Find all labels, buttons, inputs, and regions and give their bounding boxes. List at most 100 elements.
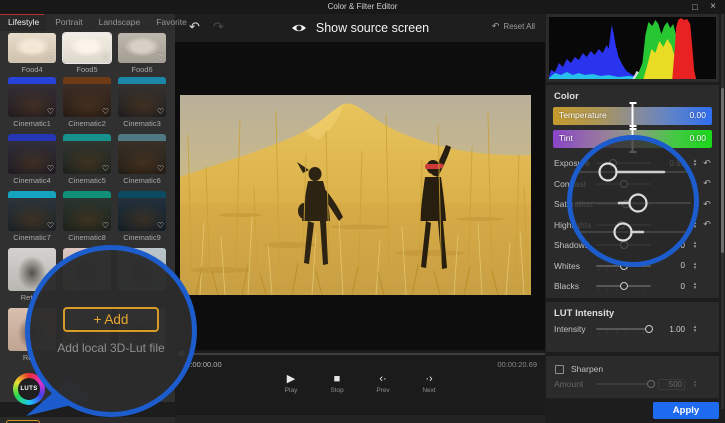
- heart-icon[interactable]: ♡: [157, 165, 164, 173]
- thumbnail-color-bar: [63, 77, 111, 84]
- preset-item-cinematic2[interactable]: ♡Cinematic2: [63, 77, 111, 128]
- tab-landscape[interactable]: Landscape: [91, 14, 149, 31]
- preset-thumbnail[interactable]: ♡: [63, 77, 111, 117]
- preset-thumbnail[interactable]: ♡: [8, 191, 56, 231]
- blacks-stepper[interactable]: ▲▼: [690, 282, 700, 290]
- preset-thumbnail[interactable]: ♡: [8, 33, 56, 63]
- preset-thumbnail[interactable]: ♡: [118, 33, 166, 63]
- panel-scrollbar-thumb[interactable]: [721, 88, 724, 253]
- preset-label: Cinematic6: [118, 176, 166, 185]
- thumbnail-color-bar: [118, 191, 166, 198]
- show-source-toggle[interactable]: Show source screen: [175, 14, 545, 42]
- tab-portrait[interactable]: Portrait: [47, 14, 90, 31]
- preset-item-cinematic8[interactable]: ♡Cinematic8: [63, 191, 111, 242]
- amount-label: Amount: [554, 379, 596, 389]
- preset-thumbnail[interactable]: ♡: [8, 77, 56, 117]
- heart-icon[interactable]: ♡: [102, 165, 109, 173]
- preset-item-food5[interactable]: ♡Food5: [63, 33, 111, 74]
- play-icon: ▶: [277, 372, 305, 386]
- histogram-red: [672, 18, 696, 79]
- thumbnail-color-bar: [118, 134, 166, 141]
- amount-handle[interactable]: [647, 380, 655, 388]
- heart-icon[interactable]: ♡: [47, 165, 54, 173]
- preset-thumbnail[interactable]: ♡: [118, 191, 166, 231]
- heart-icon[interactable]: ♡: [47, 54, 54, 62]
- tab-favorite[interactable]: Favorite: [148, 14, 195, 31]
- intensity-row: Intensity1.00▲▼↶: [546, 319, 719, 340]
- intensity-stepper[interactable]: ▲▼: [690, 325, 700, 333]
- highlights-reset-icon[interactable]: ↶: [700, 219, 714, 230]
- whites-stepper[interactable]: ▲▼: [690, 262, 700, 270]
- amount-stepper[interactable]: ▲▼: [690, 380, 700, 388]
- tab-lifestyle[interactable]: Lifestyle: [0, 14, 47, 31]
- amount-slider[interactable]: [596, 378, 651, 390]
- maximize-button[interactable]: □: [687, 1, 703, 13]
- histogram: [549, 17, 716, 79]
- preset-thumbnail[interactable]: ♡: [63, 134, 111, 174]
- right-callout-circle: [567, 135, 699, 267]
- preset-item-food6[interactable]: ♡ Food6: [118, 33, 166, 74]
- prev-icon: ‹·: [369, 372, 397, 386]
- temperature-slider[interactable]: Temperature 0.00: [553, 107, 712, 125]
- next-label: Next: [415, 387, 443, 394]
- color-section-title: Color: [546, 85, 719, 102]
- heart-icon[interactable]: ♡: [47, 222, 54, 230]
- heart-icon[interactable]: ♡: [102, 54, 109, 62]
- exposure-reset-icon[interactable]: ↶: [700, 158, 714, 169]
- heart-icon[interactable]: ♡: [157, 108, 164, 116]
- stepper-down-icon[interactable]: ▼: [693, 329, 697, 333]
- histogram-blue: [549, 25, 648, 79]
- reset-all-button[interactable]: ↶ Reset All: [492, 21, 535, 32]
- prev-button[interactable]: ‹·Prev: [369, 372, 397, 394]
- apply-button[interactable]: Apply: [653, 402, 719, 419]
- heart-icon[interactable]: ♡: [47, 108, 54, 116]
- whites-label: Whites: [554, 261, 596, 271]
- intensity-handle[interactable]: [645, 325, 653, 333]
- sharpen-card: Sharpen Amount500▲▼↶: [546, 356, 719, 398]
- close-button[interactable]: ×: [705, 1, 721, 13]
- stepper-down-icon[interactable]: ▼: [693, 266, 697, 270]
- thumbnail-color-bar: [63, 191, 111, 198]
- preset-label: Food6: [118, 65, 166, 74]
- play-button[interactable]: ▶Play: [277, 372, 305, 394]
- contrast-reset-icon[interactable]: ↶: [700, 178, 714, 189]
- preset-item-cinematic7[interactable]: ♡Cinematic7: [8, 191, 56, 242]
- heart-icon[interactable]: ♡: [102, 108, 109, 116]
- preset-item-cinematic9[interactable]: ♡Cinematic9: [118, 191, 166, 242]
- timeline-track[interactable]: [175, 353, 545, 355]
- preset-item-cinematic1[interactable]: ♡Cinematic1: [8, 77, 56, 128]
- heart-icon[interactable]: ♡: [157, 54, 164, 62]
- whites-value: 0: [658, 261, 685, 270]
- blacks-slider[interactable]: [596, 280, 651, 292]
- play-label: Play: [277, 387, 305, 394]
- stepper-down-icon[interactable]: ▼: [693, 286, 697, 290]
- preset-item-food4[interactable]: ♡Food4: [8, 33, 56, 74]
- intensity-slider[interactable]: [596, 323, 651, 335]
- heart-icon[interactable]: ♡: [102, 222, 109, 230]
- preset-item-cinematic5[interactable]: ♡Cinematic5: [63, 134, 111, 185]
- preset-thumbnail[interactable]: ♡: [63, 191, 111, 231]
- preset-item-cinematic4[interactable]: ♡Cinematic4: [8, 134, 56, 185]
- apply-bar: Apply: [545, 398, 725, 423]
- preset-thumbnail[interactable]: ♡: [118, 134, 166, 174]
- sharpen-checkbox[interactable]: [555, 365, 564, 374]
- preset-thumbnail[interactable]: ♡: [63, 33, 111, 63]
- preset-thumbnail[interactable]: ♡: [118, 77, 166, 117]
- blacks-label: Blacks: [554, 281, 596, 291]
- heart-icon[interactable]: ♡: [157, 222, 164, 230]
- preset-thumbnail[interactable]: ♡: [8, 134, 56, 174]
- stepper-down-icon[interactable]: ▼: [693, 384, 697, 388]
- show-source-label: Show source screen: [316, 21, 429, 35]
- next-button[interactable]: ·›Next: [415, 372, 443, 394]
- blacks-handle[interactable]: [620, 282, 628, 290]
- add-lut-caption-magnified: Add local 3D-Lut file: [57, 341, 164, 355]
- preset-item-cinematic6[interactable]: ♡ Cinematic6: [118, 134, 166, 185]
- stop-button[interactable]: ■Stop: [323, 372, 351, 394]
- thumbnail-color-bar: [8, 134, 56, 141]
- lut-intensity-row: Intensity1.00▲▼↶: [546, 319, 719, 340]
- saturation-reset-icon[interactable]: ↶: [700, 199, 714, 210]
- sharpen-amount-row: Amount500▲▼↶: [546, 374, 719, 395]
- add-lut-button-magnified[interactable]: + Add: [63, 307, 159, 332]
- blacks-value: 0: [658, 282, 685, 291]
- preset-item-cinematic3[interactable]: ♡Cinematic3: [118, 77, 166, 128]
